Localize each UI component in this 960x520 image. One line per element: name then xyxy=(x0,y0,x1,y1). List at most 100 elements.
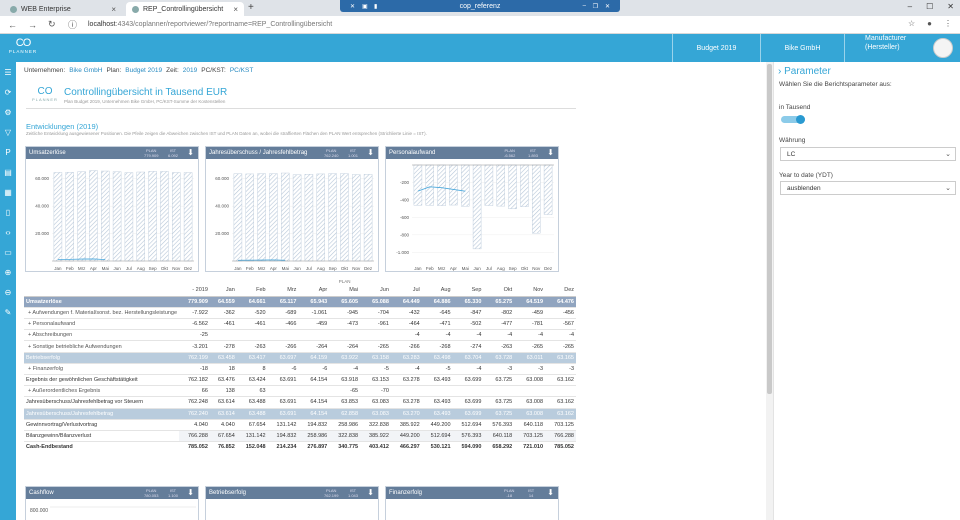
gear-icon[interactable]: ⚙ xyxy=(0,102,16,122)
download-icon[interactable]: ⬇ xyxy=(547,488,554,497)
x-tick-label: Jan xyxy=(414,266,422,271)
table-cell: -477 xyxy=(483,318,515,331)
time-value[interactable]: 2019 xyxy=(183,67,197,74)
table-cell: -567 xyxy=(545,318,576,331)
browser-tab-web-enterprise[interactable]: WEB Enterprise × xyxy=(4,2,122,16)
download-icon[interactable]: ⬇ xyxy=(367,148,374,157)
zoom-out-icon[interactable]: ⊖ xyxy=(0,282,16,302)
plan-value: -6.562 xyxy=(504,153,516,158)
plan-bar xyxy=(172,172,181,262)
close-tab-icon[interactable]: × xyxy=(111,5,116,14)
table-cell: 64.661 xyxy=(236,296,268,308)
plan-value[interactable]: Budget 2019 xyxy=(125,67,162,74)
browser-tab-report[interactable]: REP_Controllingübersicht × xyxy=(126,2,244,16)
table-cell: 340.775 xyxy=(329,441,361,453)
tab-label: REP_Controllingübersicht xyxy=(143,5,224,13)
pin-icon[interactable]: ✕ xyxy=(350,3,355,10)
download-icon[interactable]: ⬇ xyxy=(367,488,374,497)
ytd-select[interactable]: ausblenden ⌄ xyxy=(780,181,956,195)
table-cell: 63.158 xyxy=(360,352,391,364)
plan-header-row: PLAN xyxy=(24,278,576,285)
table-cell: 194.832 xyxy=(298,419,330,431)
table-cell: -65 xyxy=(329,385,361,398)
chart-jahresueberschuss: Jahresüberschuss / Jahresfehlbetrag PLAN… xyxy=(205,146,379,272)
x-tick-label: Jun xyxy=(473,266,481,271)
edit-icon[interactable]: ✎ xyxy=(0,302,16,322)
report-logo-mark: CO xyxy=(37,86,53,97)
thousand-label: in Tausend xyxy=(779,104,811,111)
column-header: Apr xyxy=(298,285,330,297)
table-cell: 63.493 xyxy=(421,408,453,420)
coplanner-logo[interactable]: CO PLANNER xyxy=(6,37,40,54)
code-icon[interactable]: ‹› xyxy=(0,222,16,242)
report-scrollbar[interactable] xyxy=(766,62,773,520)
download-icon[interactable]: ⬇ xyxy=(547,148,554,157)
url-field[interactable]: localhost:4343/coplanner/reportviewer/?r… xyxy=(88,21,332,28)
chevron-down-icon: ⌄ xyxy=(945,185,951,192)
maximize-icon[interactable]: ☐ xyxy=(926,2,933,11)
app-header: CO PLANNER Budget 2019 Bike GmbH Manufac… xyxy=(0,34,960,62)
table-cell: 63.283 xyxy=(390,352,422,364)
table-cell: 63.493 xyxy=(421,374,453,387)
save-icon[interactable]: ▤ xyxy=(0,162,16,182)
grid-icon[interactable]: ▦ xyxy=(0,182,16,202)
table-cell: -461 xyxy=(236,318,268,331)
currency-select[interactable]: LC ⌄ xyxy=(780,147,956,161)
back-icon[interactable]: ← xyxy=(8,20,20,30)
column-header: Dez xyxy=(545,285,576,297)
filter-icon[interactable]: ▽ xyxy=(0,122,16,142)
menu-kebab-icon[interactable]: ⋮ xyxy=(944,19,952,28)
ist-value: 1.043 xyxy=(348,493,359,498)
table-cell: 322.838 xyxy=(360,419,391,431)
panel-title[interactable]: › Parameter xyxy=(778,66,831,77)
table-cell: -645 xyxy=(421,307,453,320)
x-tick-label: Mai xyxy=(102,266,109,271)
restore-remote-icon[interactable]: ❐ xyxy=(593,3,598,10)
scroll-thumb[interactable] xyxy=(767,64,772,394)
table-cell: -274 xyxy=(452,340,484,353)
forward-icon[interactable]: → xyxy=(28,20,40,30)
download-icon[interactable]: ⬇ xyxy=(187,148,194,157)
chart-svg: 20.000 40.000 60.000 Jan Feb Mrz Apr Mai Jun Jul A… xyxy=(35,170,194,271)
table-cell: 63.493 xyxy=(421,396,453,409)
thousand-toggle[interactable] xyxy=(781,115,805,124)
close-remote-icon[interactable]: ✕ xyxy=(605,3,610,10)
table-cell: 138 xyxy=(209,385,237,398)
account-icon[interactable]: ● xyxy=(927,19,932,28)
report-viewport: Unternehmen: Bike GmbH Plan: Budget 2019… xyxy=(16,62,766,520)
ist-value: 6.092 xyxy=(168,153,179,158)
info-icon[interactable]: ⓘ xyxy=(68,18,80,31)
document-icon[interactable]: ▯ xyxy=(0,202,16,222)
minimize-icon[interactable]: – xyxy=(908,2,912,11)
header-company[interactable]: Bike GmbH xyxy=(760,34,844,62)
table-cell: 385.922 xyxy=(390,419,422,431)
refresh-icon[interactable]: ⟳ xyxy=(0,82,16,102)
table-cell: -459 xyxy=(514,307,546,320)
plan-bar xyxy=(281,172,290,262)
table-row: Jahresüberschuss/Jahresfehlbetrag 762.240… xyxy=(24,408,576,420)
hamburger-menu-icon[interactable]: ☰ xyxy=(0,62,16,82)
lock-icon: ▣ xyxy=(362,3,368,10)
close-tab-icon[interactable]: × xyxy=(233,5,238,14)
zoom-in-icon[interactable]: ⊕ xyxy=(0,262,16,282)
minimize-remote-icon[interactable]: – xyxy=(583,3,586,9)
plan-bar xyxy=(257,173,266,262)
parameter-icon[interactable]: P xyxy=(0,142,16,162)
table-cell: 449.200 xyxy=(390,430,422,443)
company-value[interactable]: Bike GmbH xyxy=(69,67,102,74)
user-avatar[interactable] xyxy=(933,38,953,58)
table-cell: 65.943 xyxy=(298,296,330,308)
pc-value[interactable]: PC/KST xyxy=(230,67,253,74)
x-tick-label: Jul xyxy=(126,266,132,271)
chart-title: Personalaufwand xyxy=(389,150,436,156)
table-cell: 63.270 xyxy=(390,408,422,420)
header-budget[interactable]: Budget 2019 xyxy=(672,34,760,62)
new-tab-button[interactable]: + xyxy=(248,2,254,13)
close-icon[interactable]: ✕ xyxy=(947,2,954,11)
plan-bar xyxy=(89,170,98,262)
reload-icon[interactable]: ↻ xyxy=(48,19,60,30)
bookmark-star-icon[interactable]: ☆ xyxy=(908,19,915,28)
download-icon[interactable]: ⬇ xyxy=(187,488,194,497)
table-cell: 65.275 xyxy=(483,296,515,308)
image-icon[interactable]: ▭ xyxy=(0,242,16,262)
